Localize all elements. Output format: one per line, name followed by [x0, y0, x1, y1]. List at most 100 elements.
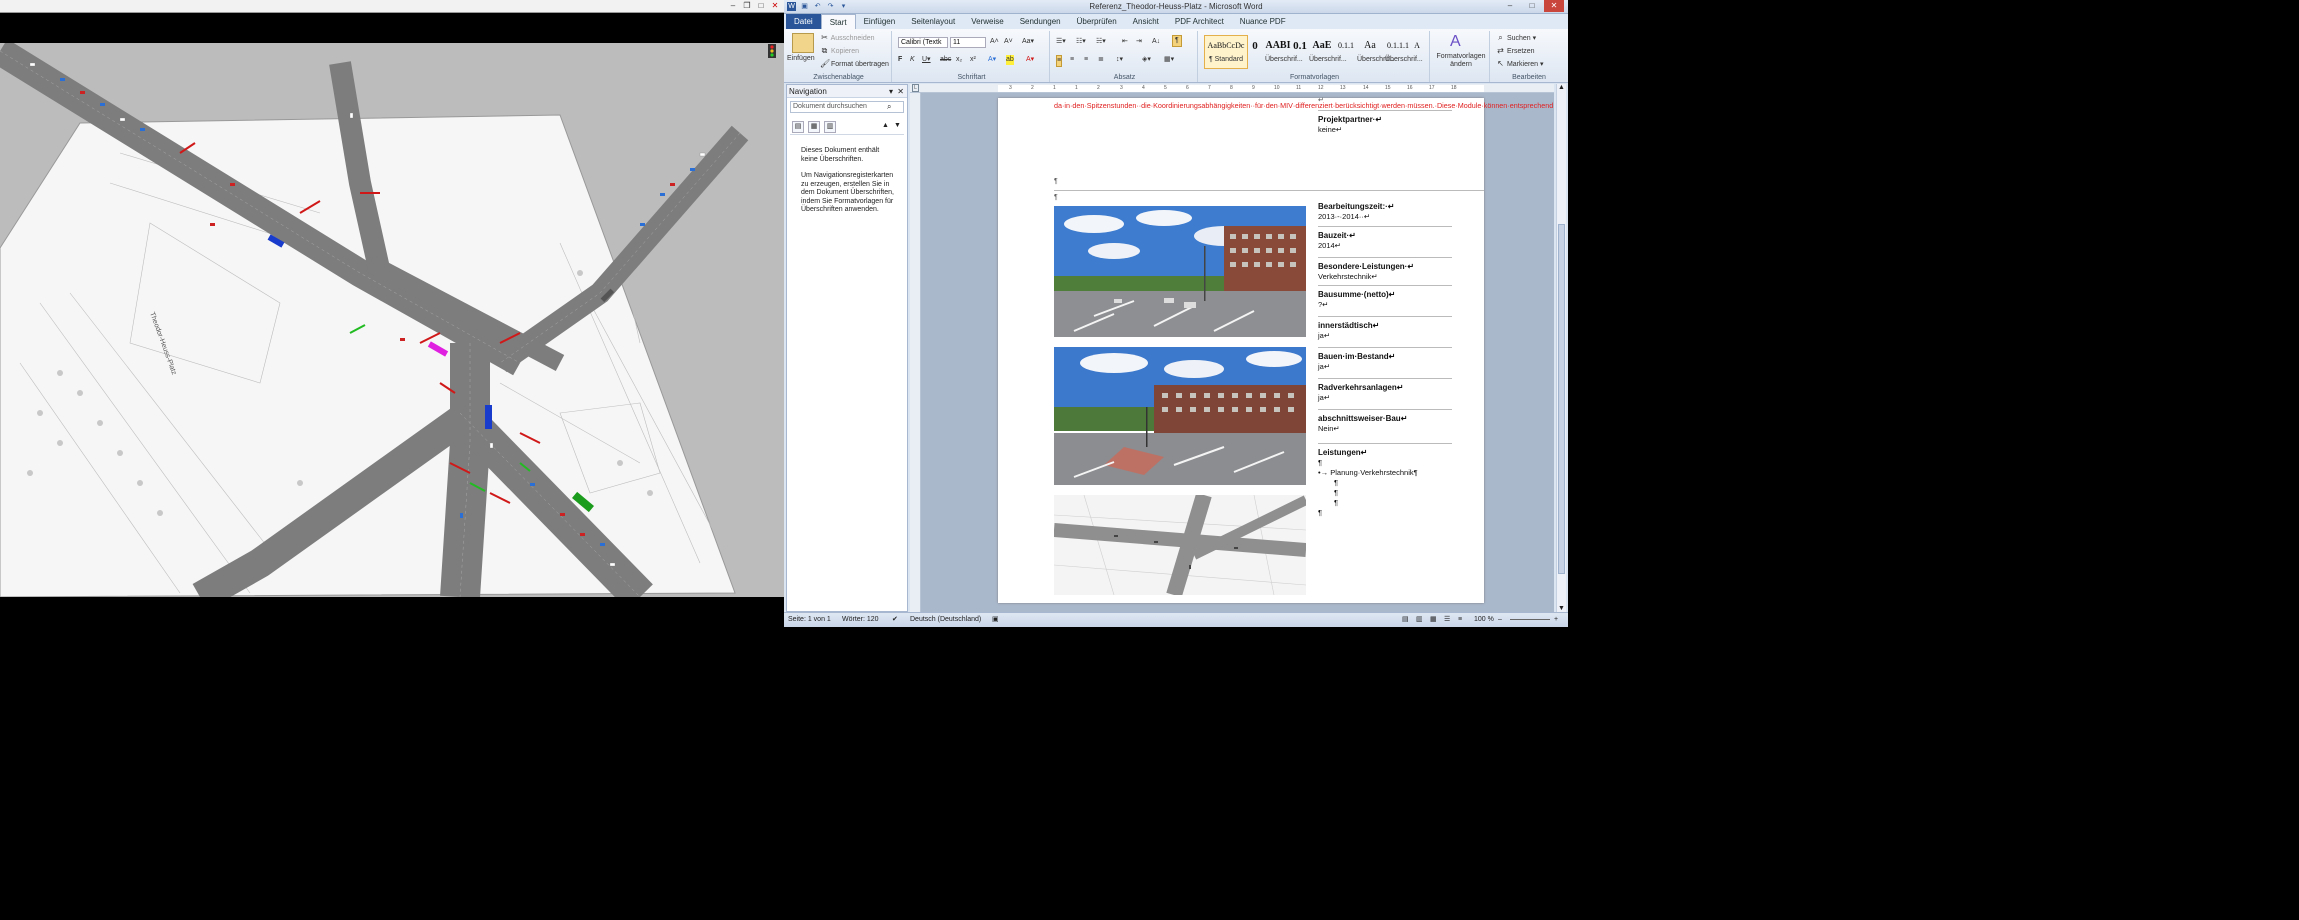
justify-icon[interactable]: ≣ — [1098, 55, 1104, 65]
scroll-up-icon[interactable]: ▲ — [1558, 84, 1565, 91]
style-heading-3[interactable]: Aa Überschrif... — [1356, 35, 1395, 69]
cut-button[interactable]: ✂ Ausschneiden — [820, 33, 874, 44]
scroll-down-icon[interactable]: ▼ — [1558, 605, 1565, 612]
style-heading-1[interactable]: AABI Überschrif... — [1264, 35, 1303, 69]
tab-nuance-pdf[interactable]: Nuance PDF — [1232, 14, 1294, 29]
format-painter-button[interactable]: 🖌 Format übertragen — [820, 59, 889, 70]
view-outline-icon[interactable]: ☰ — [1444, 613, 1450, 627]
text-effects-icon[interactable]: A▾ — [988, 55, 996, 65]
document-page[interactable]: da·in·den·Spitzenstunden··die·Koordinier… — [998, 97, 1554, 603]
tab-start[interactable]: Start — [820, 14, 856, 29]
grow-font-icon[interactable]: A˄ — [990, 37, 999, 47]
minimize-icon[interactable]: – — [1500, 0, 1520, 12]
tab-ansicht[interactable]: Ansicht — [1125, 14, 1167, 29]
style-heading-4[interactable]: 0.1.1.1 Überschrif... — [1384, 35, 1423, 69]
style-standard[interactable]: AaBbCcDc ¶ Standard — [1204, 35, 1248, 69]
status-language[interactable]: Deutsch (Deutschland) — [910, 613, 981, 627]
tab-pdf-architect[interactable]: PDF Architect — [1167, 14, 1232, 29]
style-heading-3-num[interactable]: 0.1.1 — [1336, 35, 1356, 69]
proofing-icon[interactable]: ✔ — [892, 613, 898, 627]
shrink-font-icon[interactable]: A˅ — [1004, 37, 1013, 47]
status-zoom[interactable]: 100 % — [1474, 613, 1494, 627]
scrollbar-thumb[interactable] — [1558, 224, 1565, 574]
zoom-slider[interactable] — [1510, 619, 1550, 620]
restore-icon[interactable]: ❐ — [742, 1, 752, 11]
status-page[interactable]: Seite: 1 von 1 — [788, 613, 831, 627]
borders-icon[interactable]: ▦▾ — [1164, 55, 1174, 65]
font-color-icon[interactable]: A▾ — [1026, 55, 1034, 65]
increase-indent-icon[interactable]: ⇥ — [1136, 37, 1142, 47]
photo-intersection-1[interactable] — [1054, 206, 1306, 337]
browse-pages-icon[interactable]: ▦ — [808, 121, 820, 133]
maximize-icon[interactable]: □ — [1522, 0, 1542, 12]
simulation-viewport[interactable]: Theodor-Heuss-Platz — [0, 43, 784, 597]
copy-button[interactable]: ⧉ Kopieren — [820, 46, 859, 57]
status-words[interactable]: Wörter: 120 — [842, 613, 879, 627]
pane-options-icon[interactable]: ▾ — [889, 85, 893, 98]
align-center-icon[interactable]: ≡ — [1070, 55, 1074, 65]
prop-value: ?↵ — [1318, 300, 1329, 309]
numbering-icon[interactable]: ☷▾ — [1076, 37, 1086, 47]
minimize-icon[interactable]: – — [728, 1, 738, 11]
tab-einfuegen[interactable]: Einfügen — [856, 14, 904, 29]
view-web-icon[interactable]: ▦ — [1430, 613, 1437, 627]
font-name-combo[interactable]: Calibri (Textk — [898, 37, 948, 48]
browse-results-icon[interactable]: ▥ — [824, 121, 836, 133]
horizontal-ruler[interactable]: L 3 2 1 1 2 3 4 5 6 7 8 9 10 11 12 13 14 15 16 17 18 — [910, 84, 1554, 93]
change-case-icon[interactable]: Aa▾ — [1022, 37, 1034, 47]
bullets-icon[interactable]: ☰▾ — [1056, 37, 1066, 47]
bold-icon[interactable]: F — [898, 55, 902, 65]
italic-icon[interactable]: K — [910, 55, 915, 65]
change-styles-icon[interactable]: A — [1450, 33, 1461, 51]
subscript-icon[interactable]: x₂ — [956, 55, 962, 65]
zoom-out-icon[interactable]: – — [1498, 613, 1502, 627]
maximize-icon[interactable]: □ — [756, 1, 766, 11]
select-button[interactable]: ↖ Markieren ▾ — [1496, 59, 1543, 70]
line-spacing-icon[interactable]: ↕▾ — [1116, 55, 1123, 65]
sort-icon[interactable]: A↓ — [1152, 37, 1160, 47]
style-heading-1-num[interactable]: 0 — [1246, 35, 1264, 69]
find-button[interactable]: ⌕ Suchen ▾ — [1496, 33, 1536, 44]
photo-intersection-2[interactable] — [1054, 347, 1306, 485]
show-formatting-icon[interactable]: ¶ — [1172, 35, 1182, 47]
view-full-screen-icon[interactable]: ▥ — [1416, 613, 1423, 627]
change-styles-button[interactable]: Formatvorlagen ändern — [1434, 53, 1488, 69]
previous-icon[interactable]: ▲ — [882, 122, 889, 129]
tab-seitenlayout[interactable]: Seitenlayout — [903, 14, 963, 29]
align-right-icon[interactable]: ≡ — [1084, 55, 1088, 65]
superscript-icon[interactable]: x² — [970, 55, 976, 65]
search-icon[interactable]: ⌕ — [887, 102, 891, 112]
paste-button[interactable]: Einfügen — [787, 54, 815, 64]
close-pane-icon[interactable]: ✕ — [897, 85, 904, 98]
highlight-icon[interactable]: ab — [1006, 55, 1014, 65]
multilevel-list-icon[interactable]: ☵▾ — [1096, 37, 1106, 47]
next-icon[interactable]: ▼ — [894, 122, 901, 129]
close-icon[interactable]: ✕ — [1544, 0, 1564, 12]
paste-icon[interactable] — [792, 33, 814, 53]
shading-icon[interactable]: ◈▾ — [1142, 55, 1151, 65]
decrease-indent-icon[interactable]: ⇤ — [1122, 37, 1128, 47]
browse-headings-icon[interactable]: ▤ — [792, 121, 804, 133]
underline-icon[interactable]: U▾ — [922, 55, 931, 65]
vertical-ruler[interactable] — [910, 93, 921, 612]
tab-ueberpruefen[interactable]: Überprüfen — [1069, 14, 1125, 29]
font-size-combo[interactable]: 11 — [950, 37, 986, 48]
zoom-in-icon[interactable]: + — [1554, 613, 1558, 627]
intersection-simulation-view[interactable]: Theodor-Heuss-Platz — [0, 43, 784, 597]
tab-verweise[interactable]: Verweise — [963, 14, 1011, 29]
close-icon[interactable]: ✕ — [770, 1, 780, 11]
tab-selector-icon[interactable]: L — [912, 84, 919, 92]
view-draft-icon[interactable]: ≡ — [1458, 613, 1462, 627]
align-left-icon[interactable]: ≡ — [1056, 55, 1063, 67]
view-print-layout-icon[interactable]: ▤ — [1402, 613, 1409, 627]
photo-3d-rendering[interactable] — [1054, 495, 1306, 595]
style-heading-2[interactable]: AaE Überschrif... — [1308, 35, 1347, 69]
replace-button[interactable]: ⇄ Ersetzen — [1496, 46, 1534, 57]
tab-datei[interactable]: Datei — [786, 14, 821, 29]
style-more[interactable]: A — [1412, 35, 1422, 69]
vertical-scrollbar[interactable]: ▲ ▼ — [1556, 84, 1566, 612]
strikethrough-icon[interactable]: abc — [940, 55, 951, 65]
macro-icon[interactable]: ▣ — [992, 613, 999, 627]
tab-sendungen[interactable]: Sendungen — [1012, 14, 1069, 29]
style-heading-2-num[interactable]: 0.1 — [1292, 35, 1308, 69]
